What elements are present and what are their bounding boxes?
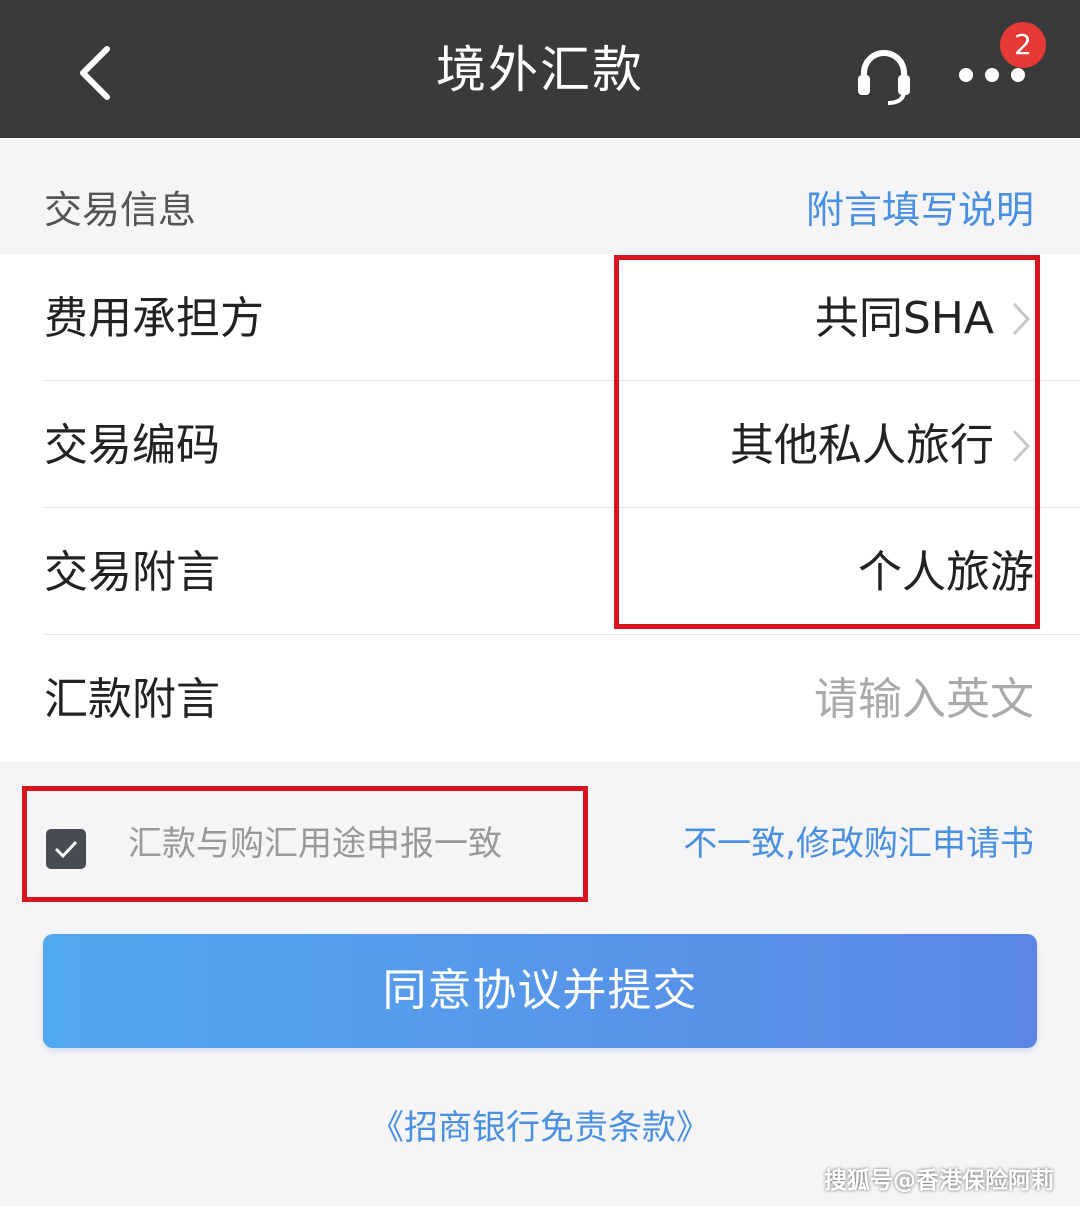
fee-bearer-value: 共同SHA bbox=[814, 293, 994, 344]
customer-service-button[interactable] bbox=[852, 45, 916, 105]
transaction-code-row[interactable]: 交易编码 其他私人旅行 bbox=[0, 381, 1080, 508]
chevron-right-icon bbox=[1012, 302, 1031, 336]
transaction-code-label: 交易编码 bbox=[44, 420, 220, 471]
page-title: 境外汇款 bbox=[436, 41, 644, 99]
notification-badge: 2 bbox=[1000, 22, 1046, 68]
remittance-remark-label: 汇款附言 bbox=[44, 674, 220, 725]
chevron-right-icon bbox=[1012, 429, 1031, 463]
transaction-remark-row: 交易附言 个人旅游 bbox=[0, 508, 1080, 635]
fee-bearer-label: 费用承担方 bbox=[44, 293, 264, 344]
modify-application-link[interactable]: 不一致,修改购汇申请书 bbox=[683, 822, 1034, 866]
transaction-remark-value: 个人旅游 bbox=[858, 547, 1034, 598]
purpose-consistent-checkbox[interactable] bbox=[46, 829, 86, 869]
fee-bearer-row[interactable]: 费用承担方 共同SHA bbox=[0, 254, 1080, 381]
remittance-remark-input[interactable] bbox=[634, 673, 1034, 727]
checkbox-label: 汇款与购汇用途申报一致 bbox=[128, 824, 502, 864]
top-nav-bar: 境外汇款 2 bbox=[0, 0, 1080, 138]
watermark: 搜狐号@香港保险阿莉 bbox=[824, 1168, 1054, 1194]
transaction-code-value: 其他私人旅行 bbox=[730, 420, 994, 471]
transaction-remark-label: 交易附言 bbox=[44, 547, 220, 598]
agree-submit-button[interactable]: 同意协议并提交 bbox=[43, 934, 1037, 1048]
transaction-form: 费用承担方 共同SHA 交易编码 其他私人旅行 交易附言 个人旅游 汇款附言 bbox=[0, 254, 1080, 762]
headset-icon bbox=[858, 50, 910, 105]
remark-help-link[interactable]: 附言填写说明 bbox=[806, 186, 1034, 234]
remittance-remark-row: 汇款附言 bbox=[0, 635, 1080, 762]
section-title: 交易信息 bbox=[44, 188, 197, 232]
checkmark-icon bbox=[54, 840, 78, 859]
disclaimer-terms-link[interactable]: 《招商银行免责条款》 bbox=[0, 1106, 1080, 1150]
